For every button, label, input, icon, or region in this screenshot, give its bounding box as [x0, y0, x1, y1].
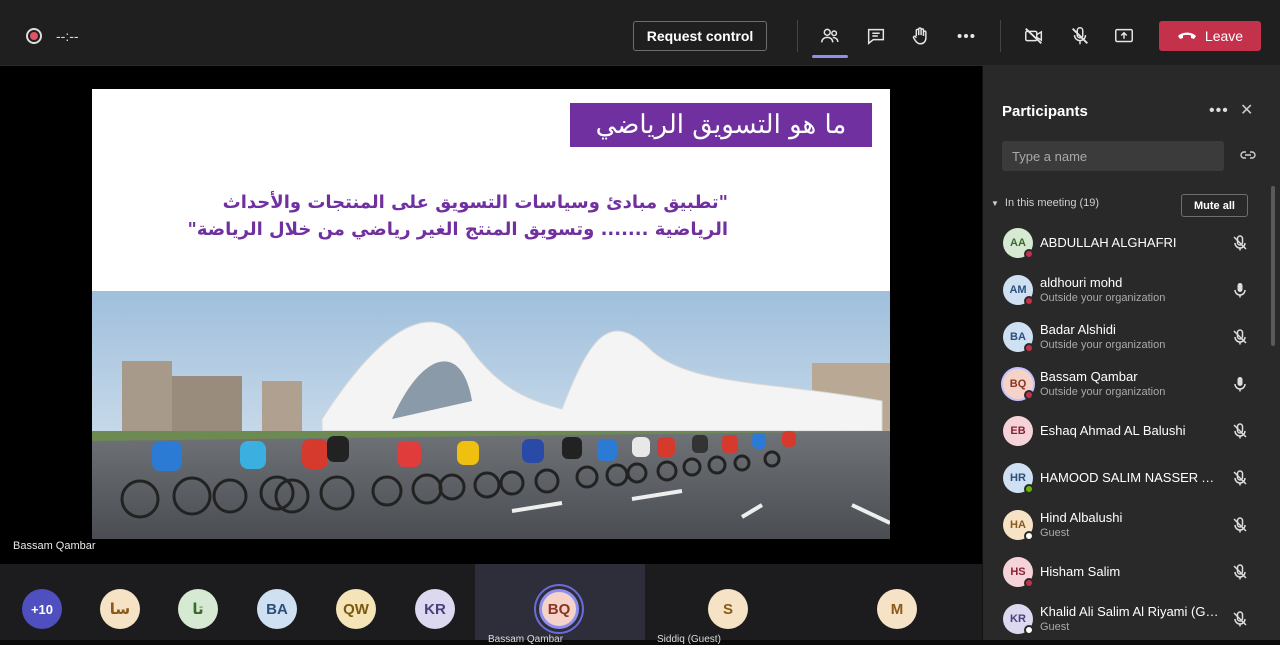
presence-status-icon: [1024, 484, 1034, 494]
mute-all-button[interactable]: Mute all: [1181, 194, 1248, 217]
participants-panel: Participants ••• ✕ ▼ In this meeting (19)…: [982, 66, 1280, 640]
participants-toggle-icon[interactable]: [812, 22, 848, 58]
shared-content-stage: ما هو التسويق الرياضي "تطبيق مبادئ وسياس…: [0, 66, 982, 564]
camera-off-icon[interactable]: [1020, 22, 1048, 50]
presence-status-icon: [1024, 531, 1034, 541]
leave-label: Leave: [1204, 28, 1244, 44]
microphone-muted-icon[interactable]: [1231, 610, 1249, 628]
attendee-avatar[interactable]: S: [708, 589, 748, 629]
slide-body-line: "تطبيق مبادئ وسياسات التسويق على المنتجا…: [222, 192, 728, 213]
presence-status-icon: [1024, 625, 1034, 635]
microphone-muted-icon[interactable]: [1231, 469, 1249, 487]
participant-name: ABDULLAH ALGHAFRI: [1040, 235, 1177, 250]
meeting-timer: --:--: [56, 28, 79, 44]
participant-subtitle: Outside your organization: [1040, 386, 1166, 398]
participant-subtitle: Outside your organization: [1040, 292, 1166, 304]
chat-icon[interactable]: [862, 22, 890, 50]
attendee-gallery-strip: +10 سا تا BA QW KR BQ S M Bassam Qambar …: [0, 564, 982, 645]
slide-title: ما هو التسويق الرياضي: [570, 103, 872, 147]
participant-name: Badar Alshidi: [1040, 322, 1116, 337]
attendee-avatar[interactable]: تا: [178, 589, 218, 629]
participant-name: aldhouri mohd: [1040, 275, 1123, 290]
toolbar-divider: [797, 20, 798, 52]
close-icon[interactable]: ✕: [1240, 100, 1253, 120]
participant-name: Khalid Ali Salim Al Riyami (Gu...: [1040, 604, 1222, 619]
slide-body-line: الرياضية ....... وتسويق المنتج الغير ريا…: [187, 219, 728, 240]
more-actions-icon[interactable]: [952, 22, 980, 50]
microphone-muted-icon[interactable]: [1231, 234, 1249, 252]
hang-up-icon: [1177, 32, 1196, 39]
attendee-avatar[interactable]: KR: [415, 589, 455, 629]
attendee-avatar[interactable]: QW: [336, 589, 376, 629]
participant-subtitle: Guest: [1040, 621, 1070, 633]
presenter-name-label: Bassam Qambar: [13, 540, 96, 552]
microphone-muted-icon[interactable]: [1231, 422, 1249, 440]
participant-name: Hind Albalushi: [1040, 510, 1123, 525]
participant-row[interactable]: HA Hind Albalushi Guest: [983, 502, 1271, 548]
recording-indicator-icon: [26, 28, 42, 44]
participant-search-input[interactable]: [1002, 141, 1224, 171]
share-invite-link-icon[interactable]: [1239, 148, 1257, 162]
attendee-avatar[interactable]: M: [877, 589, 917, 629]
microphone-muted-icon[interactable]: [1231, 563, 1249, 581]
participant-row[interactable]: BQ Bassam Qambar Outside your organization: [983, 361, 1271, 407]
active-speaker-avatar[interactable]: BQ: [539, 589, 579, 629]
panel-scrollbar[interactable]: [1271, 186, 1275, 346]
presence-status-icon: [1024, 390, 1034, 400]
in-meeting-count: In this meeting (19): [1004, 197, 1100, 209]
raise-hand-icon[interactable]: [906, 22, 934, 50]
participant-name: Hisham Salim: [1040, 564, 1121, 579]
meeting-toolbar: --:-- Request control Leave: [0, 0, 1280, 66]
participant-subtitle: Outside your organization: [1040, 339, 1166, 351]
microphone-icon[interactable]: [1231, 375, 1249, 393]
participant-row[interactable]: AA ABDULLAH ALGHAFRI: [983, 220, 1271, 266]
presence-status-icon: [1024, 343, 1034, 353]
microphone-muted-icon[interactable]: [1231, 328, 1249, 346]
participant-name: Eshaq Ahmad AL Balushi: [1040, 423, 1186, 438]
panel-title: Participants: [1002, 103, 1088, 120]
participant-row[interactable]: AM aldhouri mohd Outside your organization: [983, 267, 1271, 313]
presence-status-icon: [1024, 249, 1034, 259]
participant-name: Bassam Qambar: [1040, 369, 1138, 384]
slide-body-text: "تطبيق مبادئ وسياسات التسويق على المنتجا…: [152, 189, 728, 243]
presentation-slide: ما هو التسويق الرياضي "تطبيق مبادئ وسياس…: [92, 89, 890, 539]
attendee-avatar[interactable]: سا: [100, 589, 140, 629]
participant-name: HAMOOD SALIM NASSER AL ...: [1040, 470, 1222, 485]
more-participants-button[interactable]: +10: [22, 589, 62, 629]
presence-status-icon: [1024, 296, 1034, 306]
participant-subtitle: Guest: [1040, 527, 1070, 539]
leave-button[interactable]: Leave: [1159, 21, 1261, 51]
participant-row[interactable]: EB Eshaq Ahmad AL Balushi: [983, 408, 1271, 454]
attendee-avatar[interactable]: BA: [257, 589, 297, 629]
participant-avatar: EB: [1003, 416, 1033, 446]
chevron-down-icon: ▼: [991, 199, 999, 208]
share-screen-icon[interactable]: [1110, 22, 1138, 50]
cycling-race-photo: [92, 291, 890, 539]
participant-row[interactable]: BA Badar Alshidi Outside your organization: [983, 314, 1271, 360]
microphone-muted-icon[interactable]: [1231, 516, 1249, 534]
participant-row[interactable]: HR HAMOOD SALIM NASSER AL ...: [983, 455, 1271, 501]
microphone-muted-icon[interactable]: [1066, 22, 1094, 50]
participant-row[interactable]: KR Khalid Ali Salim Al Riyami (Gu... Guest: [983, 596, 1271, 642]
in-meeting-section-header[interactable]: ▼ In this meeting (19): [991, 197, 1099, 209]
toolbar-divider: [1000, 20, 1001, 52]
presence-status-icon: [1024, 578, 1034, 588]
microphone-icon[interactable]: [1231, 281, 1249, 299]
participant-row[interactable]: HS Hisham Salim: [983, 549, 1271, 595]
panel-more-options-icon[interactable]: •••: [1209, 102, 1229, 120]
request-control-button[interactable]: Request control: [633, 21, 767, 51]
